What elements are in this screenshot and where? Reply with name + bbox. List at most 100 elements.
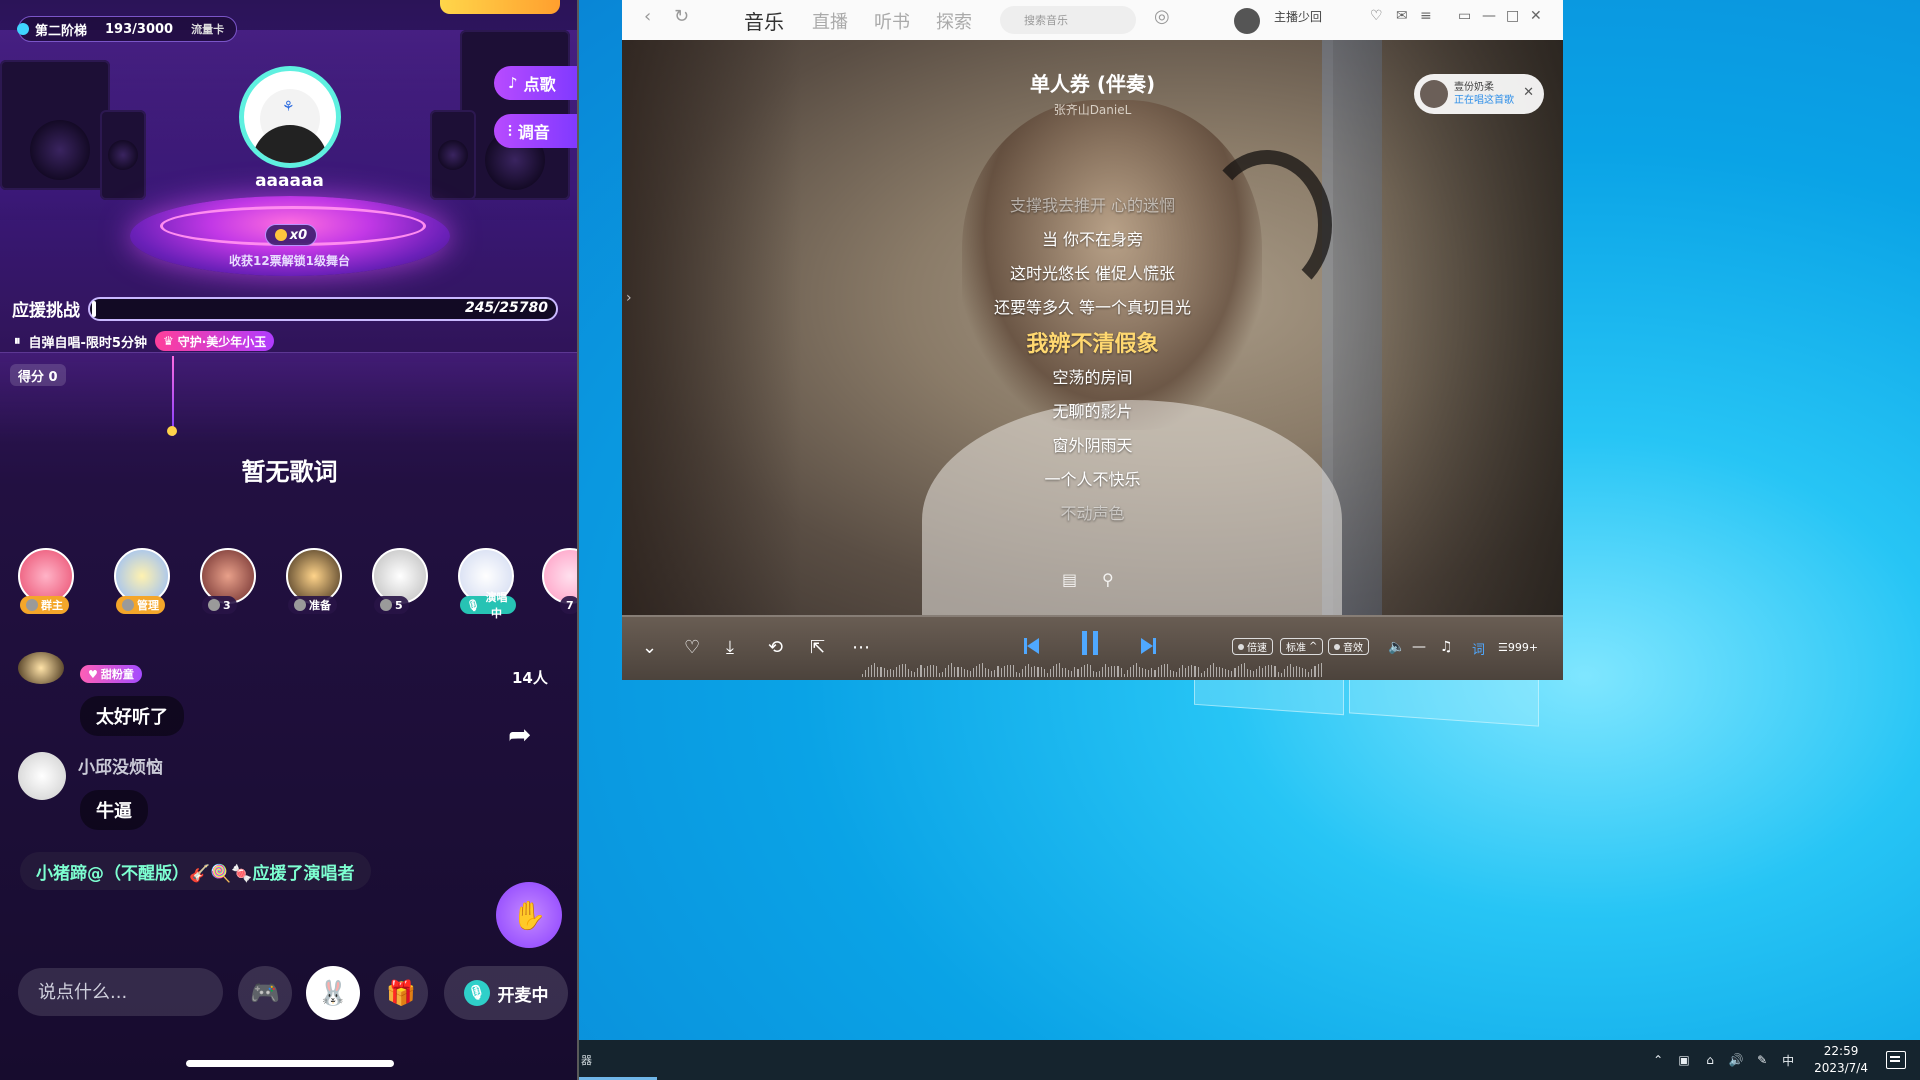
bottom-bar: 🎮 🐰 🎁 🎙 开麦中 xyxy=(0,960,579,1020)
monitor-icon[interactable]: ▣ xyxy=(1676,1052,1692,1068)
guard-chip[interactable]: ♛ 守护·美少年小玉 xyxy=(154,331,275,351)
score-chip: 得分 0 xyxy=(10,364,66,386)
clock[interactable]: 22:59 2023/7/4 xyxy=(1814,1043,1868,1077)
mini-mode-icon[interactable]: ▭ xyxy=(1458,8,1471,24)
effect-chip[interactable]: 音效 xyxy=(1328,638,1369,655)
people-count[interactable]: 14人 xyxy=(512,667,548,688)
game-button[interactable]: 🎮 xyxy=(238,966,292,1020)
seat-6[interactable]: 🎙 演唱中 xyxy=(456,548,516,620)
lyric-line[interactable]: 不动声色 xyxy=(622,500,1563,524)
close-icon[interactable]: ✕ xyxy=(1530,8,1542,24)
notification-icon[interactable] xyxy=(1886,1051,1906,1069)
traffic-card: 流量卡 xyxy=(191,23,225,36)
chevron-up-icon: ^ xyxy=(1309,641,1318,652)
loop-icon[interactable]: ⟲ xyxy=(768,637,783,658)
quality-chip[interactable]: 标准 ^ xyxy=(1280,638,1324,655)
back-icon[interactable]: ‹ xyxy=(644,6,651,27)
collapse-icon[interactable]: ⌄ xyxy=(642,637,657,658)
user-avatar[interactable] xyxy=(1234,8,1260,34)
dash-icon[interactable]: — xyxy=(1412,639,1426,655)
close-icon[interactable]: ✕ xyxy=(1523,85,1534,100)
download-icon[interactable]: ⤓ xyxy=(726,637,734,658)
network-icon[interactable]: ⌂ xyxy=(1702,1052,1718,1068)
sticker-button[interactable]: 🐰 xyxy=(306,966,360,1020)
tab-live[interactable]: 直播 xyxy=(812,8,848,34)
chat-avatar-1[interactable] xyxy=(18,652,64,684)
lyric-line[interactable]: 支撑我去推开 心的迷惘 xyxy=(622,192,1563,216)
lyric-line[interactable]: 无聊的影片 xyxy=(622,398,1563,422)
share-icon[interactable]: ⇱ xyxy=(810,637,825,658)
mic-icon: 🎙 xyxy=(466,598,480,612)
mic-on-button[interactable]: 🎙 开麦中 xyxy=(444,966,568,1020)
lyric-line[interactable]: 这时光悠长 催促人慌张 xyxy=(622,260,1563,284)
mic-off-icon xyxy=(122,599,134,611)
voice-search-icon[interactable]: ◎ xyxy=(1154,6,1170,27)
chat-avatar-2[interactable] xyxy=(18,752,66,800)
coin-icon xyxy=(274,229,287,241)
heart-icon: ♥ xyxy=(88,667,98,681)
mv-icon[interactable]: ▤ xyxy=(1062,570,1077,589)
crown-icon: ♛ xyxy=(162,334,174,348)
player-topbar: ‹ ↻ 音乐 直播 听书 探索 搜索音乐 ◎ 主播少回 ♡ ✉ ≡ ▭ — □ … xyxy=(622,0,1563,40)
tab-audiobook[interactable]: 听书 xyxy=(874,8,910,34)
equalizer-icon: ⫶ xyxy=(508,122,512,140)
seat-3[interactable]: 3 xyxy=(198,548,258,614)
seat-1[interactable]: 群主 xyxy=(16,548,76,614)
minimize-icon[interactable]: — xyxy=(1482,8,1496,24)
chevron-up-icon[interactable]: ⌃ xyxy=(1650,1052,1666,1068)
progress-bar[interactable] xyxy=(622,615,1563,617)
lyric-line[interactable]: 当 你不在身旁 xyxy=(622,226,1563,250)
mail-icon[interactable]: ✉ xyxy=(1396,8,1408,24)
lyric-line[interactable]: 窗外阴雨天 xyxy=(622,432,1563,456)
refresh-icon[interactable]: ↻ xyxy=(674,6,689,27)
music-note-icon: ♪ xyxy=(508,74,518,92)
lyric-line[interactable]: 空荡的房间 xyxy=(622,364,1563,388)
live-room-panel: 第二阶梯 193/3000 流量卡 ♪ 点歌 ⫶ 调音 ⚘ aaaaaa x0 … xyxy=(0,0,579,1080)
volume-icon[interactable]: 🔊 xyxy=(1728,1052,1744,1068)
gift-button[interactable]: 🎁 xyxy=(374,966,428,1020)
tier-pill[interactable]: 第二阶梯 193/3000 流量卡 xyxy=(17,16,238,42)
seat-2[interactable]: 管理 xyxy=(112,548,172,614)
queue-button[interactable]: ☰999+ xyxy=(1498,641,1538,654)
music-player-window: ‹ ↻ 音乐 直播 听书 探索 搜索音乐 ◎ 主播少回 ♡ ✉ ≡ ▭ — □ … xyxy=(622,0,1563,680)
seat-5[interactable]: 5 xyxy=(370,548,430,614)
listener-card[interactable]: 壹份奶柔 正在唱这首歌 ✕ xyxy=(1414,74,1544,114)
speed-chip[interactable]: 倍速 xyxy=(1232,638,1273,655)
search-input[interactable]: 搜索音乐 xyxy=(1000,6,1136,34)
request-song-button[interactable]: ♪ 点歌 xyxy=(494,66,579,100)
share-icon[interactable]: ➦ xyxy=(508,718,531,751)
next-icon[interactable] xyxy=(1140,638,1156,654)
seat-4[interactable]: 准备 xyxy=(284,548,344,614)
volume-icon[interactable]: 🔈 xyxy=(1388,639,1405,655)
host-name: aaaaaa xyxy=(255,171,324,191)
chat-username[interactable]: 小邱没烦恼 xyxy=(78,753,163,778)
tier-progress: 193/3000 xyxy=(105,21,174,37)
pitch-dot xyxy=(167,426,177,436)
tune-button[interactable]: ⫶ 调音 xyxy=(494,114,579,148)
menu-icon[interactable]: ≡ xyxy=(1420,8,1432,24)
clap-button[interactable]: ✋ xyxy=(496,882,562,948)
host-avatar[interactable]: ⚘ xyxy=(239,66,341,168)
seat-7[interactable]: 7 xyxy=(540,548,579,614)
ime-indicator[interactable]: 中 xyxy=(1780,1052,1796,1068)
user-name[interactable]: 主播少回 xyxy=(1274,8,1322,25)
lyric-line-current[interactable]: 我辨不清假象 xyxy=(622,326,1563,358)
pause-button[interactable] xyxy=(1082,631,1098,655)
tab-music[interactable]: 音乐 xyxy=(744,6,784,35)
say-input[interactable] xyxy=(18,968,223,1016)
karaoke-mic-icon[interactable]: ⚲ xyxy=(1102,570,1114,589)
lyrics-toggle[interactable]: 词 xyxy=(1472,639,1485,658)
maximize-icon[interactable]: □ xyxy=(1506,8,1519,24)
skin-icon[interactable]: ♡ xyxy=(1370,8,1383,24)
tab-explore[interactable]: 探索 xyxy=(936,8,972,34)
more-icon[interactable]: ⋯ xyxy=(852,637,870,658)
taskbar-app[interactable]: 器 xyxy=(581,1052,592,1068)
listener-avatar xyxy=(1420,80,1448,108)
lyric-line[interactable]: 还要等多久 等一个真切目光 xyxy=(622,294,1563,318)
like-icon[interactable]: ♡ xyxy=(684,637,700,658)
previous-icon[interactable] xyxy=(1024,638,1040,654)
lyric-line[interactable]: 一个人不快乐 xyxy=(622,466,1563,490)
tier-label: 第二阶梯 xyxy=(35,23,88,39)
headphones-icon[interactable]: ♫ xyxy=(1440,639,1453,655)
pen-icon[interactable]: ✎ xyxy=(1754,1052,1770,1068)
